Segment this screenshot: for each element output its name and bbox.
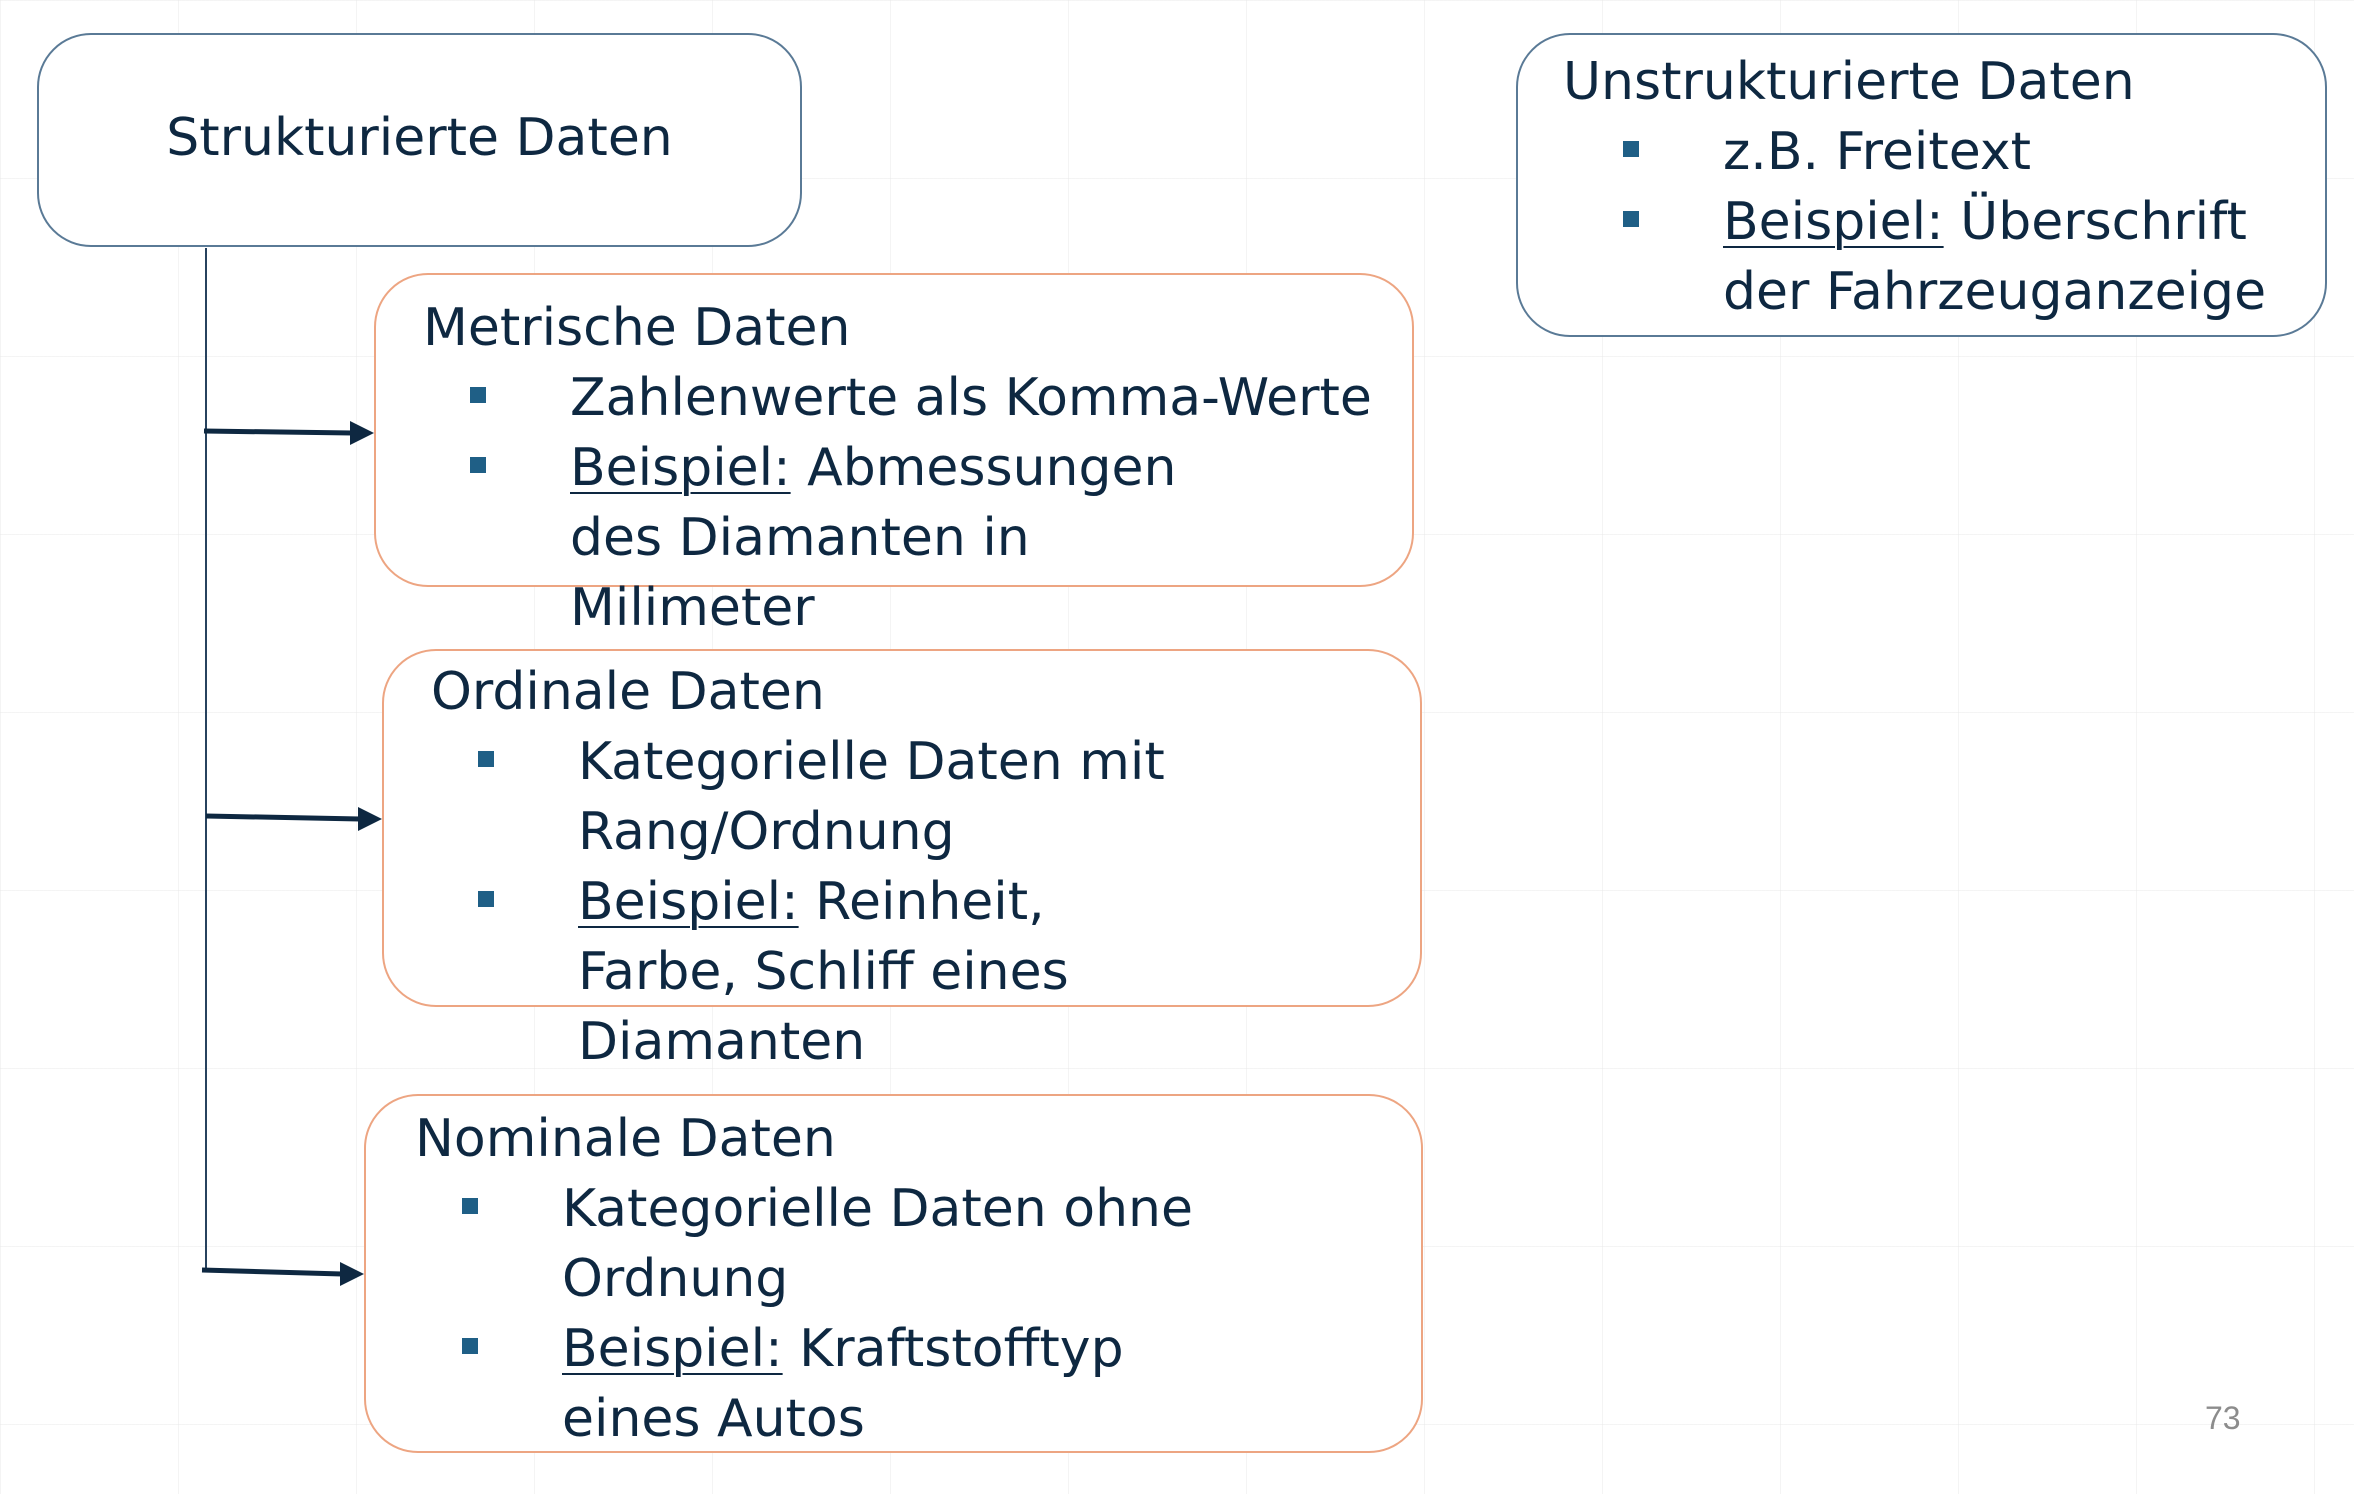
nominal-bullet-list: Kategorielle Daten ohne Ordnung Beispiel…: [452, 1174, 1212, 1454]
bullet-text: Beispiel: Reinheit, Farbe, Schliff eines…: [578, 867, 1218, 1077]
square-bullet-icon: [1623, 211, 1639, 227]
structured-data-title: Strukturierte Daten: [166, 108, 673, 168]
metric-data-title: Metrische Daten: [423, 298, 851, 358]
metric-bullet-1: Zahlenwerte als Komma-Werte: [460, 363, 1380, 433]
metric-bullet-list: Zahlenwerte als Komma-Werte Beispiel: Ab…: [460, 363, 1380, 643]
bullet-text: Beispiel: Kraftstofftyp eines Autos: [562, 1314, 1212, 1454]
ordinal-bullet-list: Kategorielle Daten mit Rang/Ordnung Beis…: [468, 727, 1228, 1077]
bullet-text: Kategorielle Daten ohne Ordnung: [562, 1179, 1193, 1309]
square-bullet-icon: [462, 1338, 478, 1354]
arrow-to-metric: [203, 421, 374, 445]
bullet-text: Beispiel: Abmessungen des Diamanten in M…: [570, 433, 1280, 643]
example-label: Beispiel:: [578, 872, 799, 932]
bullet-text: z.B. Freitext: [1723, 122, 2031, 182]
unstructured-bullet-list: z.B. Freitext Beispiel: Überschrift der …: [1613, 117, 2303, 327]
unstructured-data-title: Unstrukturierte Daten: [1563, 52, 2135, 112]
nominal-bullet-1: Kategorielle Daten ohne Ordnung: [452, 1174, 1212, 1314]
nominal-data-box: Nominale Daten Kategorielle Daten ohne O…: [364, 1094, 1423, 1453]
ordinal-bullet-2: Beispiel: Reinheit, Farbe, Schliff eines…: [468, 867, 1228, 1077]
square-bullet-icon: [478, 751, 494, 767]
example-label: Beispiel:: [570, 438, 791, 498]
metric-data-box: Metrische Daten Zahlenwerte als Komma-We…: [374, 273, 1414, 638]
structured-data-box: Strukturierte Daten: [37, 33, 802, 247]
example-label: Beispiel:: [1723, 192, 1944, 252]
unstructured-bullet-1: z.B. Freitext: [1613, 117, 2303, 187]
square-bullet-icon: [1623, 141, 1639, 157]
bullet-text: Kategorielle Daten mit Rang/Ordnung: [578, 732, 1165, 862]
square-bullet-icon: [470, 457, 486, 473]
square-bullet-icon: [478, 891, 494, 907]
unstructured-data-box: Unstrukturierte Daten z.B. Freitext Beis…: [1516, 33, 2327, 337]
page-number: 73: [2205, 1400, 2241, 1436]
arrow-to-nominal: [201, 1262, 364, 1286]
bullet-text: Zahlenwerte als Komma-Werte: [570, 368, 1372, 428]
metric-bullet-2: Beispiel: Abmessungen des Diamanten in M…: [460, 433, 1380, 643]
bullet-text: Beispiel: Überschrift der Fahrzeuganzeig…: [1723, 187, 2303, 327]
ordinal-bullet-1: Kategorielle Daten mit Rang/Ordnung: [468, 727, 1228, 867]
square-bullet-icon: [462, 1198, 478, 1214]
example-label: Beispiel:: [562, 1319, 783, 1379]
nominal-data-title: Nominale Daten: [415, 1109, 836, 1169]
nominal-bullet-2: Beispiel: Kraftstofftyp eines Autos: [452, 1314, 1212, 1454]
ordinal-data-box: Ordinale Daten Kategorielle Daten mit Ra…: [382, 649, 1422, 1072]
arrow-to-ordinal: [205, 807, 382, 831]
unstructured-bullet-2: Beispiel: Überschrift der Fahrzeuganzeig…: [1613, 187, 2303, 327]
ordinal-data-title: Ordinale Daten: [431, 662, 825, 722]
square-bullet-icon: [470, 387, 486, 403]
